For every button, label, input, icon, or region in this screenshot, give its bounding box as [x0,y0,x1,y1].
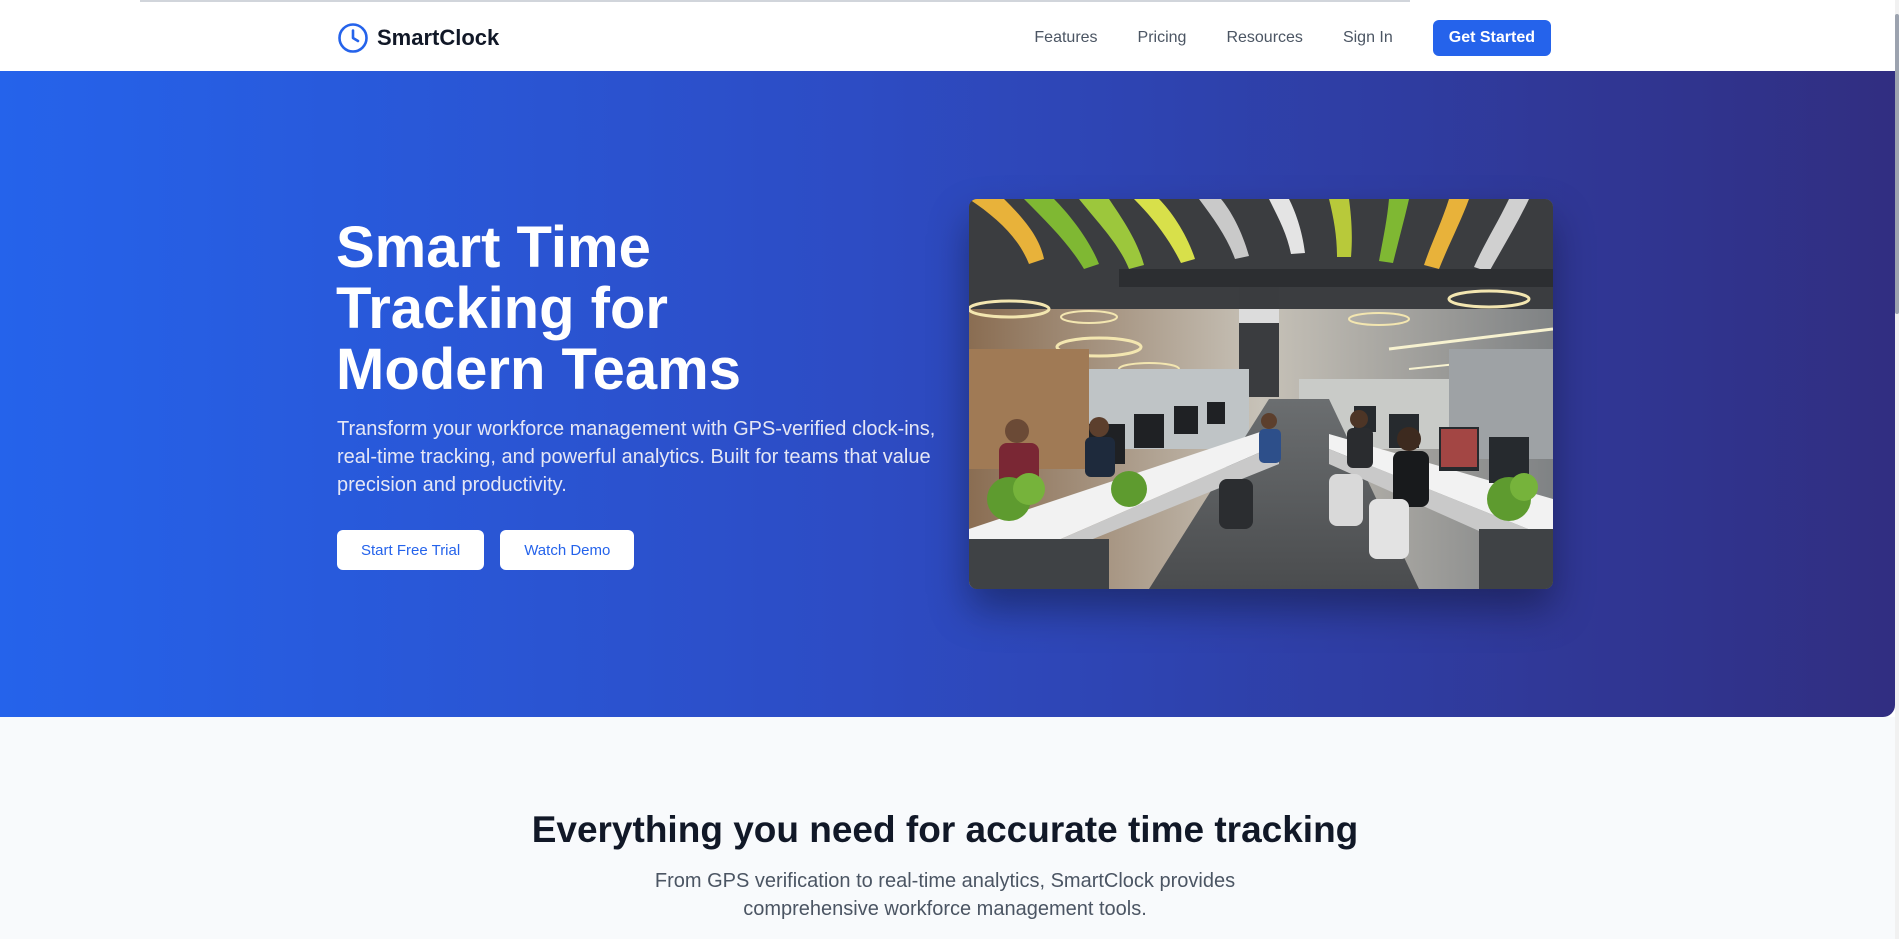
watch-demo-button[interactable]: Watch Demo [500,530,635,570]
get-started-button[interactable]: Get Started [1432,20,1551,56]
browser-top-edge [140,0,1410,2]
office-photo [969,199,1553,589]
features-section: Everything you need for accurate time tr… [0,717,1895,939]
features-title: Everything you need for accurate time tr… [531,809,1359,850]
clock-icon [338,23,368,53]
features-subtitle: From GPS verification to real-time analy… [654,870,1236,920]
nav-links: Features Pricing Resources Sign In Get S… [1034,20,1551,56]
page-scrollbar[interactable] [1895,0,1899,939]
nav-link-features[interactable]: Features [1034,29,1097,47]
scrollbar-thumb[interactable] [1895,14,1899,314]
brand-name: SmartClock [377,25,500,50]
hero-title-line-2: Tracking for [336,276,668,341]
start-free-trial-button[interactable]: Start Free Trial [337,530,485,570]
brand-logo[interactable]: SmartClock [337,22,499,54]
nav-link-pricing[interactable]: Pricing [1138,29,1187,47]
hero-actions: Start Free Trial Watch Demo [337,530,635,570]
hero-title-line-3: Modern Teams [336,337,742,402]
nav-link-sign-in[interactable]: Sign In [1343,29,1393,47]
office-photo-illustration [969,199,1553,589]
hero-title: Smart Time Tracking for Modern Teams [336,217,896,400]
hero-title-line-1: Smart Time [336,215,651,280]
hero-section: Smart Time Tracking for Modern Teams Tra… [0,71,1895,717]
hero-subtitle: Transform your workforce management with… [337,418,936,496]
top-navigation: SmartClock Features Pricing Resources Si… [0,5,1895,71]
nav-link-resources[interactable]: Resources [1226,29,1302,47]
